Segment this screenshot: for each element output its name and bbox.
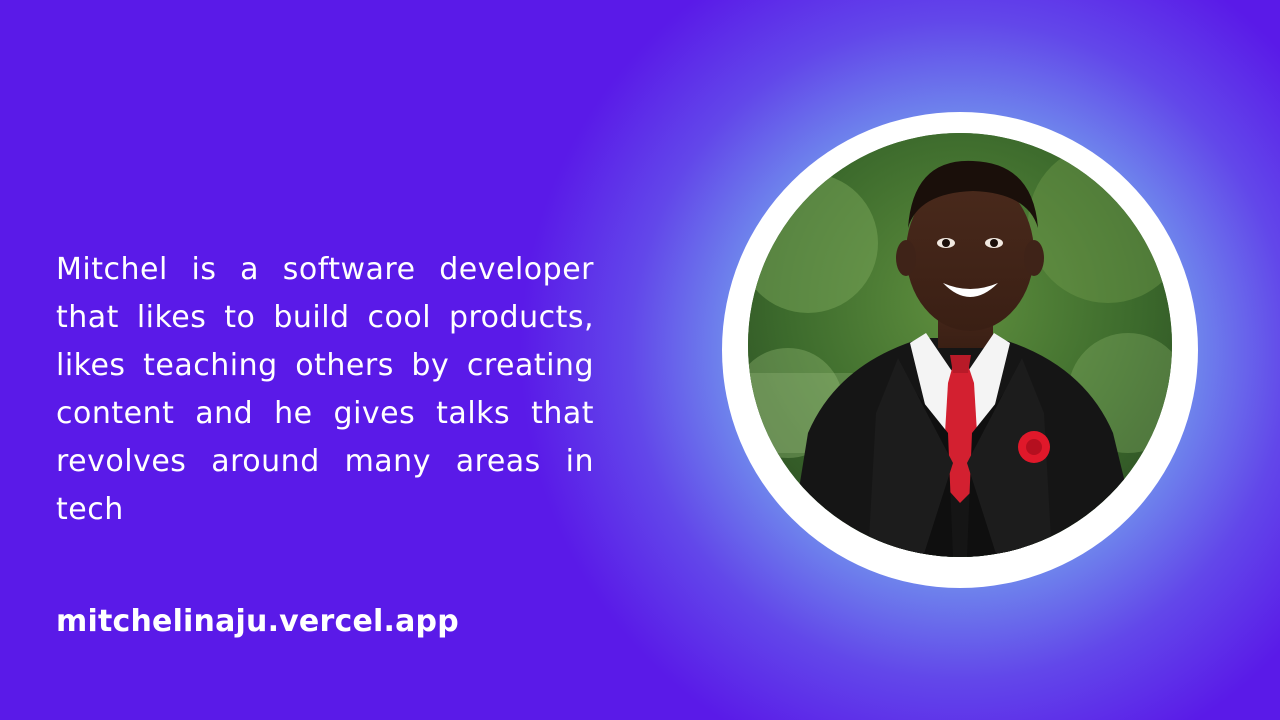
- website-link[interactable]: mitchelinaju.vercel.app: [56, 604, 459, 639]
- profile-photo: [748, 133, 1172, 557]
- bio-text: Mitchel is a software developer that lik…: [56, 252, 594, 527]
